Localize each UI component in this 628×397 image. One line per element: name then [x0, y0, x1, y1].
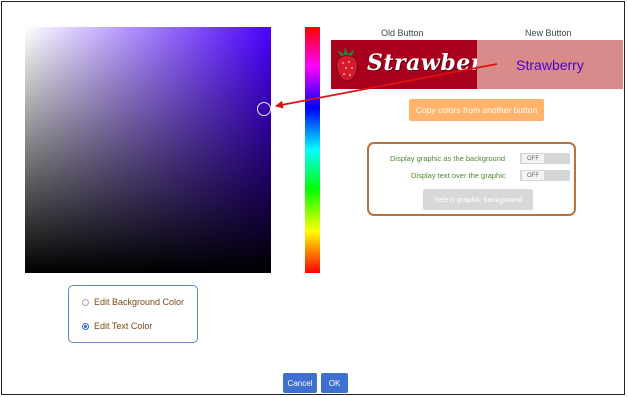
edit-background-radio[interactable] [82, 298, 89, 306]
edit-text-label: Edit Text Color [94, 321, 153, 331]
graphic-options-panel: Display graphic as the background OFF Di… [367, 142, 576, 216]
copy-colors-button[interactable]: Copy colors from another button [409, 99, 544, 121]
display-text-label: Display text over the graphic [411, 171, 506, 180]
old-button-label: Strawberry [367, 50, 477, 76]
ok-button[interactable]: OK [321, 373, 348, 393]
edit-background-option[interactable]: Edit Background Color [82, 297, 184, 307]
saturation-value-picker[interactable] [25, 27, 271, 273]
strawberry-icon [336, 47, 358, 82]
display-text-toggle-state: OFF [522, 171, 544, 180]
hue-slider[interactable] [305, 27, 320, 273]
display-background-toggle-state: OFF [522, 154, 544, 163]
old-button-preview: Strawberry [331, 40, 477, 89]
cancel-button[interactable]: Cancel [283, 373, 317, 393]
display-background-label: Display graphic as the background [390, 154, 506, 163]
edit-mode-panel: Edit Background Color Edit Text Color [68, 285, 198, 343]
new-button-preview: Strawberry [477, 40, 623, 89]
new-button-title: New Button [525, 28, 572, 38]
edit-background-label: Edit Background Color [94, 297, 185, 307]
new-button-label: Strawberry [516, 56, 584, 73]
old-button-title: Old Button [381, 28, 424, 38]
edit-text-radio[interactable] [82, 322, 89, 330]
display-background-toggle[interactable]: OFF [520, 153, 570, 164]
color-picker-cursor[interactable] [257, 102, 271, 116]
display-text-toggle[interactable]: OFF [520, 170, 570, 181]
select-graphic-button[interactable]: Select graphic background [423, 189, 533, 210]
edit-text-option[interactable]: Edit Text Color [82, 321, 152, 331]
